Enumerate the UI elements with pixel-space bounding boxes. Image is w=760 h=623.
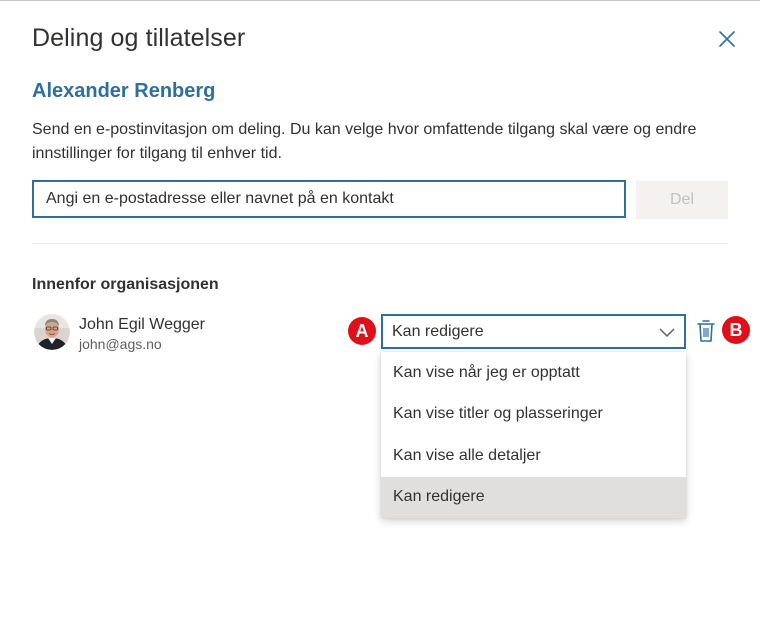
chevron-down-icon (659, 328, 675, 338)
permission-dropdown[interactable]: Kan redigere (381, 314, 686, 349)
close-button[interactable] (712, 24, 742, 54)
permission-option-titles-locations[interactable]: Kan vise titler og plasseringer (381, 394, 686, 436)
owner-name: Alexander Renberg (32, 80, 216, 102)
person-name: John Egil Wegger (79, 316, 205, 333)
top-border (0, 0, 760, 1)
person-email: john@ags.no (79, 336, 162, 352)
permission-selected-value: Kan redigere (392, 322, 484, 340)
share-description: Send en e-postinvitasjon om deling. Du k… (32, 121, 697, 162)
dialog-title: Deling og tillatelser (32, 24, 246, 52)
permission-option-all-details[interactable]: Kan vise alle detaljer (381, 435, 686, 477)
permission-options-list: Kan vise når jeg er opptatt Kan vise tit… (381, 352, 686, 518)
trash-icon[interactable] (696, 319, 716, 343)
share-button[interactable]: Del (636, 181, 728, 219)
section-heading: Innenfor organisasjonen (32, 276, 219, 293)
annotation-badge-b: B (722, 316, 750, 344)
annotation-badge-a: A (348, 317, 376, 345)
close-icon (719, 31, 735, 47)
section-divider (32, 243, 728, 244)
permission-option-free-busy[interactable]: Kan vise når jeg er opptatt (381, 352, 686, 394)
permission-option-can-edit[interactable]: Kan redigere (381, 476, 686, 518)
email-recipient-input[interactable] (32, 180, 626, 218)
avatar (34, 314, 70, 350)
